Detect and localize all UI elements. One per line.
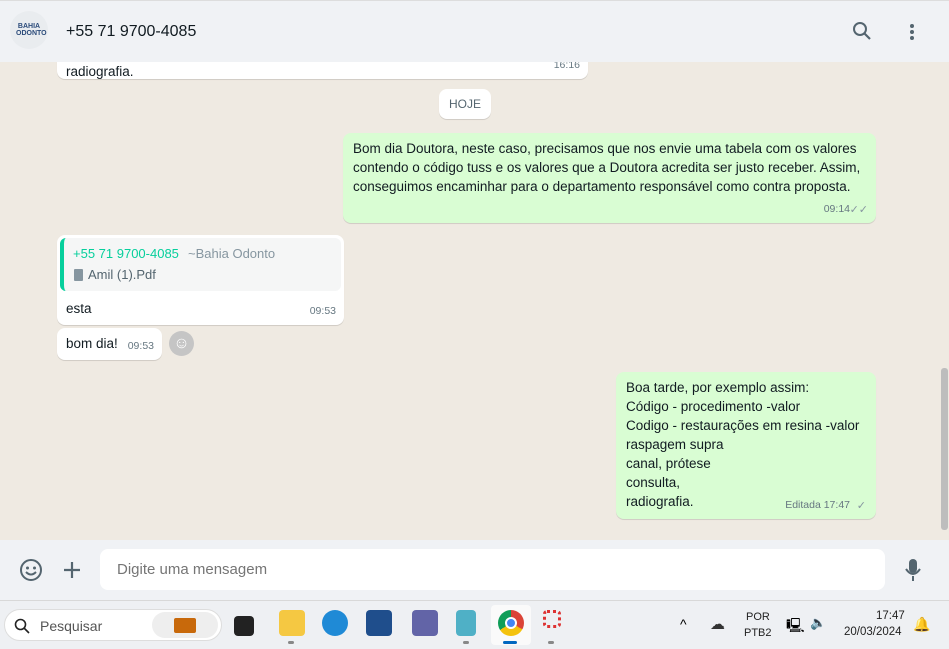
emoji-reaction-icon[interactable]: ☺ <box>169 331 194 356</box>
briefcase-icon <box>152 612 218 638</box>
message-bubble[interactable]: radiografia. 16:16 <box>57 62 588 79</box>
contact-avatar[interactable]: BAHIA ODONTO <box>10 11 48 49</box>
chrome-icon <box>498 610 524 636</box>
scrollbar-thumb[interactable] <box>941 368 948 530</box>
chat-area: radiografia. 16:16 HOJE Bom dia Doutora,… <box>0 62 940 540</box>
taskbar-search[interactable]: Pesquisar <box>4 609 222 641</box>
file-explorer-icon[interactable] <box>279 610 305 636</box>
sent-check-icon: ✓ <box>856 500 866 512</box>
notepad-icon[interactable] <box>456 610 476 636</box>
date-divider: HOJE <box>439 89 491 119</box>
network-icon[interactable]: 🖳 <box>786 615 805 639</box>
message-bubble[interactable]: bom dia! 09:53 <box>57 328 162 360</box>
store-icon[interactable] <box>366 610 392 636</box>
edge-icon[interactable] <box>322 610 348 636</box>
contact-name[interactable]: +55 71 9700-4085 <box>66 23 196 41</box>
volume-icon[interactable]: 🔈 <box>810 615 826 631</box>
message-bubble[interactable]: Bom dia Doutora, neste caso, precisamos … <box>343 133 876 223</box>
snipping-tool-icon[interactable] <box>543 610 561 628</box>
quoted-message[interactable]: +55 71 9700-4085 ~Bahia Odonto Amil (1).… <box>60 238 341 291</box>
teams-icon[interactable] <box>412 610 438 636</box>
notification-bell-icon[interactable]: 🔔 <box>913 616 930 633</box>
task-view-icon[interactable] <box>234 616 254 636</box>
search-icon[interactable] <box>852 21 872 41</box>
message-bubble[interactable]: +55 71 9700-4085 ~Bahia Odonto Amil (1).… <box>57 235 344 325</box>
plus-icon[interactable] <box>62 560 82 580</box>
message-input[interactable] <box>100 549 885 590</box>
read-check-icon: ✓✓ <box>849 204 868 216</box>
emoji-icon[interactable] <box>19 558 43 582</box>
chevron-up-icon[interactable]: ^ <box>680 616 687 632</box>
message-bubble[interactable]: Boa tarde, por exemplo assim: Código - p… <box>616 372 876 519</box>
cloud-off-icon[interactable]: ☁ <box>710 615 725 633</box>
microphone-icon[interactable] <box>904 558 922 582</box>
search-icon <box>14 618 30 634</box>
more-vertical-icon[interactable] <box>907 22 917 42</box>
document-icon <box>74 269 83 281</box>
